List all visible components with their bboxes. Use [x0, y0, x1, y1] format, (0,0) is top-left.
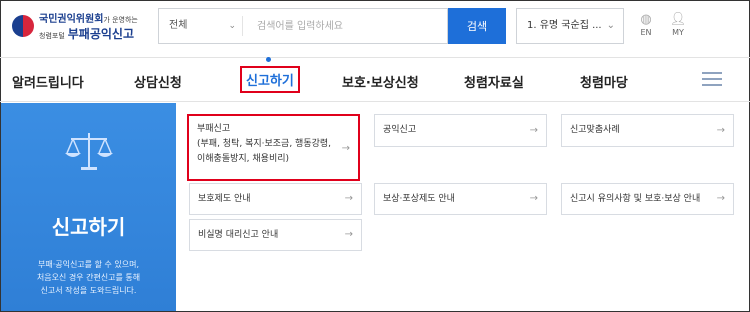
nav-item-plaza[interactable]: 청렴마당 — [580, 72, 628, 91]
section-panel: 신고하기 부패·공익신고를 할 수 있으며, 처음오신 경우 간편신고를 통해 … — [1, 103, 176, 311]
language-button[interactable]: ◍ EN — [630, 12, 662, 37]
card-protection-guide[interactable]: 보호제도 안내 → — [189, 183, 362, 215]
nav-item-report[interactable]: 신고하기 — [240, 66, 300, 93]
search-input[interactable] — [243, 11, 443, 41]
user-icon: 👤︎ — [669, 12, 687, 27]
card-public-interest-report[interactable]: 공익신고 → — [374, 114, 547, 147]
search-box: 전체 ⌄ — [158, 8, 448, 44]
nav-item-protection[interactable]: 보호·보상신청 — [342, 72, 419, 91]
my-page-label: MY — [672, 28, 684, 37]
card-title: 신고시 유의사항 및 보호·보상 안내 — [570, 194, 701, 204]
arrow-right-icon: → — [344, 229, 353, 240]
card-anonymous-proxy-report[interactable]: 비실명 대리신고 안내 → — [189, 219, 362, 251]
search-scope-value: 전체 — [169, 20, 188, 31]
panel-title: 신고하기 — [51, 215, 126, 239]
arrow-right-icon: → — [341, 143, 350, 154]
search-scope-select[interactable]: 전체 ⌄ — [159, 16, 243, 36]
card-corruption-report[interactable]: 부패신고 (부패, 청탁, 복지·보조금, 행동강령, 이해충돌방지, 채용비리… — [187, 114, 360, 181]
site-logo[interactable]: 국민권익위원회가 운영하는 청렴포털 부패공익신고 — [12, 10, 138, 42]
main-nav: 알려드립니다 상담신청 신고하기 보호·보상신청 청렴자료실 청렴마당 — [0, 62, 750, 102]
card-title: 부패신고 — [197, 124, 231, 134]
card-case-examples[interactable]: 신고맞춤사례 → — [561, 114, 734, 147]
arrow-right-icon: → — [716, 193, 725, 204]
popular-keyword-value: 1. 유명 국순집 ... — [527, 20, 602, 31]
my-page-button[interactable]: 👤︎ MY — [662, 12, 694, 37]
panel-description: 부패·공익신고를 할 수 있으며, 처음오신 경우 간편신고를 통해 신고서 작… — [36, 260, 141, 295]
menu-icon[interactable] — [702, 72, 722, 90]
nav-item-notice[interactable]: 알려드립니다 — [12, 72, 84, 91]
chevron-down-icon: ⌄ — [228, 21, 236, 31]
chevron-down-icon: ⌄ — [606, 20, 615, 31]
popular-keyword-select[interactable]: 1. 유명 국순집 ... ⌄ — [516, 8, 624, 44]
scales-icon — [64, 133, 113, 170]
nav-item-resources[interactable]: 청렴자료실 — [464, 72, 524, 91]
search-button[interactable]: 검색 — [448, 8, 506, 44]
logo-org-name: 국민권익위원회 — [39, 14, 104, 25]
card-detail-2: 이해충돌방지, 채용비리) — [197, 154, 290, 164]
logo-portal-label: 청렴포털 — [39, 32, 65, 40]
site-header: 국민권익위원회가 운영하는 청렴포털부패공익신고 전체 ⌄ 검색 1. 유명 국… — [0, 0, 750, 58]
language-label: EN — [640, 28, 652, 37]
card-title: 보상·포상제도 안내 — [383, 194, 455, 204]
card-title: 신고맞춤사례 — [570, 125, 620, 135]
logo-portal-name: 부패공익신고 — [67, 27, 135, 41]
arrow-right-icon: → — [344, 193, 353, 204]
globe-icon: ◍ — [640, 12, 652, 27]
arrow-right-icon: → — [529, 125, 538, 136]
logo-org-suffix: 가 운영하는 — [103, 16, 138, 24]
card-detail: (부패, 청탁, 복지·보조금, 행동강령, — [197, 139, 332, 149]
arrow-right-icon: → — [529, 193, 538, 204]
arrow-right-icon: → — [716, 125, 725, 136]
card-title: 비실명 대리신고 안내 — [198, 230, 279, 240]
emblem-icon — [12, 15, 34, 37]
card-reward-guide[interactable]: 보상·포상제도 안내 → — [374, 183, 547, 215]
card-title: 공익신고 — [383, 125, 417, 135]
card-report-precautions[interactable]: 신고시 유의사항 및 보호·보상 안내 → — [561, 183, 734, 215]
card-title: 보호제도 안내 — [198, 194, 251, 204]
nav-item-consult[interactable]: 상담신청 — [134, 72, 182, 91]
